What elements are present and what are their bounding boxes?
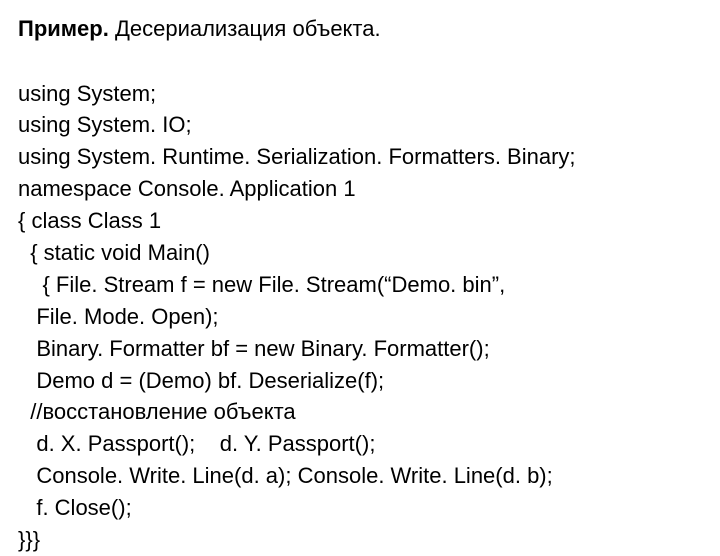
code-line: File. Mode. Open); [18,304,219,329]
title-line: Пример. Десериализация объекта. [18,14,702,44]
code-block: using System; using System. IO; using Sy… [18,46,702,556]
code-line: //восстановление объекта [18,399,296,424]
code-line: { static void Main() [18,240,210,265]
slide-page: Пример. Десериализация объекта. using Sy… [0,0,720,556]
title-desc: Десериализация объекта. [115,16,381,41]
code-line: using System. IO; [18,112,192,137]
title-label: Пример. [18,16,109,41]
code-line: Binary. Formatter bf = new Binary. Forma… [18,336,490,361]
code-line: d. X. Passport(); d. Y. Passport(); [18,431,375,456]
code-line: using System; [18,81,156,106]
code-line: f. Close(); [18,495,132,520]
code-line: Console. Write. Line(d. a); Console. Wri… [18,463,553,488]
code-line: Demo d = (Demo) bf. Deserialize(f); [18,368,384,393]
code-line: using System. Runtime. Serialization. Fo… [18,144,576,169]
code-line: { class Class 1 [18,208,161,233]
code-line: { File. Stream f = new File. Stream(“Dem… [18,272,505,297]
code-line: namespace Console. Application 1 [18,176,356,201]
